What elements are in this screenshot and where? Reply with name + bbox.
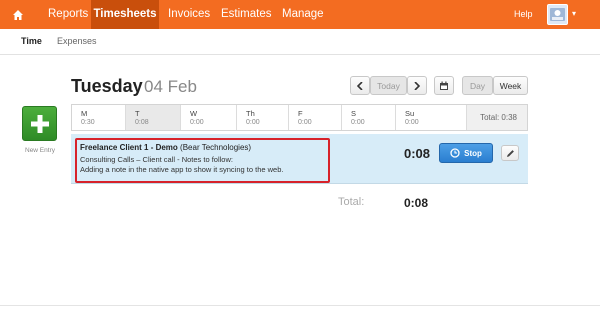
new-entry-button[interactable]	[22, 106, 57, 141]
entry-time: 0:08	[404, 146, 431, 161]
top-nav: Reports Timesheets Invoices Estimates Ma…	[0, 0, 600, 29]
avatar-icon	[550, 8, 565, 21]
week-day-name: Th	[246, 109, 255, 118]
nav-reports[interactable]: Reports	[48, 0, 88, 29]
entry-notes: Adding a note in the native app to show …	[80, 165, 284, 174]
week-day-sun[interactable]: Su 0:00	[396, 105, 467, 130]
chevron-left-icon	[357, 81, 363, 90]
page-title-day: Tuesday	[71, 76, 143, 96]
week-day-hours: 0:00	[246, 119, 260, 126]
entry-project: Freelance Client 1 - Demo (Bear Technolo…	[80, 143, 251, 152]
stopwatch-icon	[450, 148, 460, 158]
week-view-button[interactable]: Week	[493, 76, 528, 95]
plus-icon	[30, 114, 49, 133]
week-day-name: S	[351, 109, 357, 118]
week-day-fri[interactable]: F 0:00	[289, 105, 342, 130]
week-day-hours: 0:08	[135, 119, 149, 126]
week-day-name: Su	[405, 109, 415, 118]
nav-manage[interactable]: Manage	[282, 0, 324, 29]
entry-client-name: (Bear Technologies)	[180, 143, 252, 152]
stop-label: Stop	[464, 148, 482, 158]
week-day-thu[interactable]: Th 0:00	[237, 105, 289, 130]
week-day-tue[interactable]: T 0:08	[126, 105, 181, 130]
week-day-name: M	[81, 109, 88, 118]
home-button[interactable]	[0, 0, 36, 29]
week-day-hours: 0:00	[298, 119, 312, 126]
home-icon	[13, 9, 23, 20]
entry-project-name: Freelance Client 1 - Demo	[80, 143, 178, 152]
new-entry-label: New Entry	[25, 147, 55, 154]
nav-invoices[interactable]: Invoices	[168, 0, 210, 29]
week-total: Total: 0:38	[467, 105, 527, 130]
day-view-button[interactable]: Day	[462, 76, 493, 95]
avatar[interactable]	[547, 4, 568, 25]
nav-estimates[interactable]: Estimates	[221, 0, 272, 29]
subnav-time[interactable]: Time	[21, 36, 42, 46]
nav-timesheets[interactable]: Timesheets	[91, 0, 159, 29]
edit-entry-button[interactable]	[501, 145, 519, 161]
chevron-right-icon	[414, 81, 420, 90]
week-day-name: F	[298, 109, 303, 118]
page-title-date: 04 Feb	[144, 77, 197, 96]
week-day-mon[interactable]: M 0:30	[72, 105, 126, 130]
today-button[interactable]: Today	[370, 76, 407, 95]
week-bar: M 0:30 T 0:08 W 0:00 Th 0:00 F 0:00 S 0:…	[71, 104, 528, 131]
week-day-name: W	[190, 109, 198, 118]
subnav-expenses[interactable]: Expenses	[57, 36, 97, 46]
next-day-button[interactable]	[407, 76, 427, 95]
prev-day-button[interactable]	[350, 76, 370, 95]
week-day-hours: 0:00	[190, 119, 204, 126]
calendar-icon	[440, 81, 448, 90]
week-day-hours: 0:30	[81, 119, 95, 126]
week-day-name: T	[135, 109, 140, 118]
week-day-wed[interactable]: W 0:00	[181, 105, 237, 130]
help-link[interactable]: Help	[514, 0, 533, 29]
stop-timer-button[interactable]: Stop	[439, 143, 493, 163]
entry-task: Consulting Calls – Client call - Notes t…	[80, 155, 233, 164]
footer-divider	[0, 305, 600, 306]
week-day-hours: 0:00	[351, 119, 365, 126]
total-value: 0:08	[404, 196, 429, 210]
total-label: Total:	[338, 196, 365, 208]
sub-nav: Time Expenses	[0, 29, 600, 55]
week-day-hours: 0:00	[405, 119, 419, 126]
week-day-sat[interactable]: S 0:00	[342, 105, 396, 130]
chevron-down-icon[interactable]: ▾	[572, 10, 582, 18]
pencil-icon	[506, 149, 514, 157]
calendar-button[interactable]	[434, 76, 454, 95]
